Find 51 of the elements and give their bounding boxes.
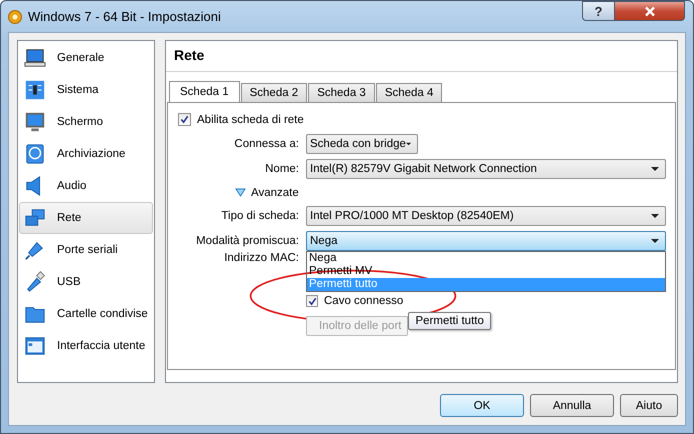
chip-icon (24, 79, 46, 101)
dropdown[interactable]: Scheda con bridge (306, 134, 418, 154)
gear-icon (7, 8, 23, 24)
dropdown-option[interactable]: Nega (307, 252, 665, 265)
field-label: Indirizzo MAC: (223, 252, 299, 264)
triangle-icon (235, 188, 246, 197)
expander-toggle[interactable]: Avanzate (235, 186, 299, 198)
sidebar-item[interactable]: Schermo (19, 106, 153, 138)
checkbox[interactable] (306, 295, 318, 307)
monitor-icon (24, 111, 46, 133)
dropdown[interactable]: Intel(R) 82579V Gigabit Network Connection (306, 159, 666, 179)
checkbox-label: Cavo connesso (324, 295, 404, 307)
window-title: Windows 7 - 64 Bit - Impostazioni (28, 9, 221, 24)
caret-icon (651, 167, 659, 171)
tooltip: Permetti tutto (408, 312, 491, 330)
caret-icon (406, 142, 411, 146)
sidebar-item[interactable]: Generale (19, 42, 153, 74)
dialog-button[interactable]: Annulla (530, 394, 614, 417)
tab[interactable]: Scheda 4 (376, 83, 442, 102)
checkbox-label: Abilita scheda di rete (197, 114, 304, 126)
laptop-icon (24, 47, 46, 69)
caret-icon (651, 239, 659, 243)
field-label: Nome: (264, 163, 299, 175)
dropdown[interactable]: Nega (306, 231, 666, 251)
field-label: Modalità promiscua: (195, 235, 299, 247)
sidebar-item[interactable]: Audio (19, 170, 153, 202)
network-icon (24, 207, 46, 229)
window-icon (24, 335, 46, 357)
page-title: Rete (166, 41, 677, 72)
sidebar-item[interactable]: Archiviazione (19, 138, 153, 170)
dialog-button[interactable]: Aiuto (620, 394, 678, 417)
tab[interactable]: Scheda 2 (240, 83, 308, 102)
sidebar-item[interactable]: USB (19, 266, 153, 298)
caret-icon (651, 214, 659, 218)
sidebar-item[interactable]: Porte seriali (19, 234, 153, 266)
help-button[interactable]: ? (582, 1, 615, 21)
sidebar-item[interactable]: Interfaccia utente (19, 330, 153, 362)
tab[interactable]: Scheda 3 (308, 83, 375, 102)
sidebar-item[interactable]: Sistema (19, 74, 153, 106)
checkbox[interactable] (178, 113, 191, 126)
plug-icon (24, 239, 46, 261)
sidebar-item[interactable]: Rete (19, 202, 153, 234)
close-icon (644, 6, 656, 16)
dropdown[interactable]: Intel PRO/1000 MT Desktop (82540EM) (306, 206, 666, 226)
dialog-button[interactable]: OK (440, 394, 524, 417)
sidebar-item[interactable]: Cartelle condivise (19, 298, 153, 330)
field-label: Tipo di scheda: (220, 210, 299, 222)
tab[interactable]: Scheda 1 (169, 81, 240, 102)
field-label: Connessa a: (233, 138, 299, 150)
usb-icon (24, 271, 46, 293)
close-button[interactable] (615, 1, 685, 21)
